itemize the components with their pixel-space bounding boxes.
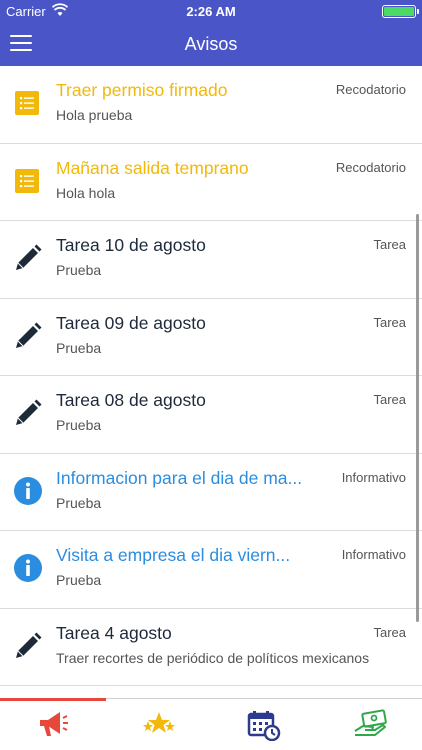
notice-row[interactable]: Tarea 08 de agosto Prueba Tarea: [0, 376, 422, 454]
notice-row[interactable]: Visita a empresa el dia viern... Prueba …: [0, 531, 422, 609]
tab-megaphone[interactable]: [0, 698, 106, 750]
notice-row[interactable]: Mañana salida temprano Hola hola Recodat…: [0, 143, 422, 221]
note-list-icon: [13, 88, 43, 118]
notice-category: Tarea: [373, 314, 406, 330]
notice-title: Informacion para el dia de ma...: [56, 467, 303, 488]
notice-title: Tarea 09 de agosto: [56, 312, 206, 333]
tab-calendar-clock[interactable]: [211, 699, 317, 750]
notice-subtitle: Prueba: [56, 339, 102, 356]
notice-title: Tarea 4 agosto: [56, 622, 172, 643]
notice-row[interactable]: Tarea 10 de agosto Prueba Tarea: [0, 221, 422, 299]
notice-row[interactable]: Informacion para el dia de ma... Prueba …: [0, 453, 422, 531]
clock: 2:26 AM: [186, 4, 236, 19]
tab-stars[interactable]: [106, 699, 212, 750]
notice-title: Tarea 08 de agosto: [56, 390, 206, 410]
notice-title: Mañana salida temprano: [56, 157, 249, 178]
pencil-icon: [13, 631, 43, 661]
notice-category: Tarea: [373, 624, 406, 640]
notice-category: Recodatorio: [335, 82, 406, 97]
notice-subtitle: Hola hola: [56, 184, 116, 201]
notice-category: Tarea: [373, 392, 406, 407]
pencil-icon: [13, 321, 43, 351]
notice-category: Informativo: [341, 547, 406, 562]
notice-row[interactable]: Tarea 09 de agosto Prueba Tarea: [0, 298, 422, 376]
tab-hand-money[interactable]: [317, 699, 422, 750]
notice-category: Informativo: [341, 469, 406, 485]
notice-title: Traer permiso firmado: [56, 80, 228, 100]
status-bar: Carrier 2:26 AM: [0, 0, 422, 22]
notice-subtitle: Prueba: [56, 262, 102, 278]
notice-title: Tarea 10 de agosto: [56, 235, 206, 255]
notice-subtitle: Hola prueba: [56, 107, 133, 123]
info-icon: [13, 476, 43, 506]
note-list-icon: [13, 166, 43, 196]
battery-icon: [382, 5, 419, 18]
notice-title: Visita a empresa el dia viern...: [56, 545, 291, 565]
notice-category: Tarea: [373, 237, 406, 252]
pencil-icon: [13, 398, 43, 428]
notice-row[interactable]: Tarea 4 agosto Traer recortes de periódi…: [0, 608, 422, 686]
tab-bar: [0, 698, 422, 750]
notice-category: Recodatorio: [335, 159, 406, 175]
notice-subtitle: Prueba: [56, 494, 102, 511]
info-icon: [13, 553, 43, 583]
pencil-icon: [13, 243, 43, 273]
notice-subtitle: Traer recortes de periódico de políticos…: [56, 649, 370, 666]
scrollbar[interactable]: [416, 214, 419, 622]
notice-subtitle: Prueba: [56, 417, 102, 433]
page-title: Avisos: [184, 34, 238, 54]
notice-subtitle: Prueba: [56, 572, 102, 588]
nav-bar: Avisos: [0, 22, 422, 66]
notice-row[interactable]: Traer permiso firmado Hola prueba Recoda…: [0, 66, 422, 144]
notice-list[interactable]: Traer permiso firmado Hola prueba Recoda…: [0, 66, 422, 698]
